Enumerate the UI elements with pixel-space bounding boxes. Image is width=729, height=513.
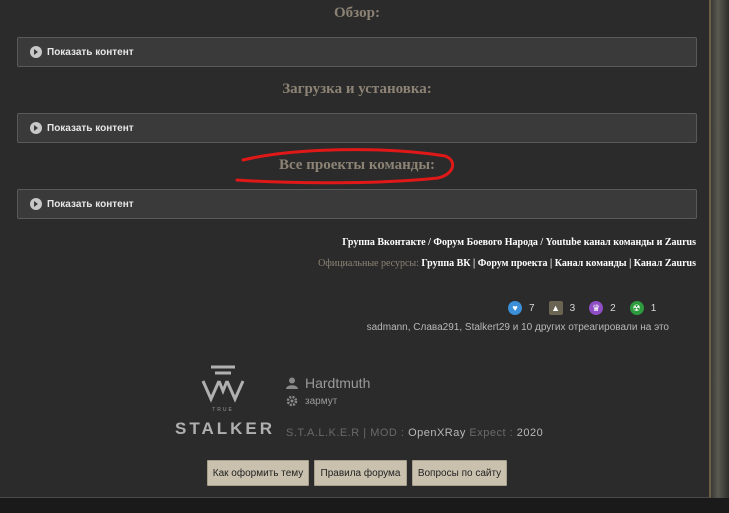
section-heading-projects: Все проекты команды: (278, 157, 436, 173)
forum-rules-button[interactable]: Правила форума (314, 460, 407, 486)
background-edge-bottom (0, 498, 729, 513)
spoiler-label: Показать контент (47, 122, 134, 134)
reacted-by-text[interactable]: sadmann, Слава291, Stalkert29 и 10 други… (367, 322, 669, 333)
signature-line: S.T.A.L.K.E.R | MOD : OpenXRay Expect : … (286, 427, 543, 439)
chevron-right-icon (30, 122, 42, 134)
author-row: Hardtmuth (286, 375, 370, 391)
section-heading-overview: Обзор: (334, 5, 380, 21)
thumbs-up-icon[interactable]: ▲ (548, 301, 563, 315)
logo-mark-icon (201, 365, 245, 403)
status-row: зармут (286, 395, 337, 407)
logo-small-text: TRUE (212, 407, 234, 413)
reaction-count: 3 (569, 302, 576, 314)
reaction-count: 1 (650, 302, 657, 314)
chevron-right-icon (30, 198, 42, 210)
user-icon (286, 377, 298, 389)
link-youtube[interactable]: Youtube канал команды и Zaurus (546, 237, 696, 248)
theme-guide-button[interactable]: Как оформить тему (207, 460, 309, 486)
reaction-count: 2 (610, 302, 616, 314)
expect-year: 2020 (516, 427, 544, 439)
separator: | (470, 258, 478, 269)
background-edge-right (711, 0, 729, 513)
link-vk-group[interactable]: Группа Вконтакте (342, 237, 425, 248)
reaction-count: 7 (529, 302, 535, 314)
radiation-icon[interactable]: ☢ (629, 301, 644, 315)
link-vk[interactable]: Группа ВК (421, 258, 470, 269)
post-panel: Обзор: Показать контент Загрузка и устан… (0, 0, 711, 498)
trophy-icon[interactable]: ♛ (589, 301, 604, 315)
spoiler-label: Показать контент (47, 198, 134, 210)
spoiler-label: Показать контент (47, 46, 134, 58)
author-name: Hardtmuth (305, 375, 371, 391)
section-heading-install: Загрузка и установка: (282, 81, 432, 97)
author-status: зармут (305, 395, 338, 407)
spoiler-projects[interactable]: Показать контент (17, 189, 697, 219)
links-line-2: Официальные ресурсы: Группа ВК | Форум п… (96, 258, 696, 269)
official-resources-label: Официальные ресурсы: (318, 258, 422, 269)
site-questions-button[interactable]: Вопросы по сайту (412, 460, 507, 486)
separator: | (626, 258, 634, 269)
link-project-forum[interactable]: Форум проекта (478, 258, 548, 269)
separator: | (547, 258, 555, 269)
link-team-channel[interactable]: Канал команды (555, 258, 627, 269)
expect-label: Expect : (465, 427, 517, 439)
logo-wordmark: STALKER (175, 419, 276, 438)
engine-name: OpenXRay (408, 427, 466, 439)
gear-icon (286, 395, 298, 407)
separator: / (537, 237, 546, 248)
spoiler-overview[interactable]: Показать контент (17, 37, 697, 67)
link-forum[interactable]: Форум Боевого Народа (433, 237, 537, 248)
chevron-right-icon (30, 46, 42, 58)
mod-prefix: S.T.A.L.K.E.R | MOD : (286, 427, 409, 439)
link-zaurus-channel[interactable]: Канал Zaurus (634, 258, 696, 269)
reactions-bar[interactable]: ♥ 7 ▲ 3 ♛ 2 ☢ 1 (508, 300, 670, 316)
true-stalker-logo: TRUE STALKER (175, 365, 276, 441)
links-line-1: Группа Вконтакте / Форум Боевого Народа … (96, 237, 696, 248)
heart-icon[interactable]: ♥ (508, 301, 522, 315)
